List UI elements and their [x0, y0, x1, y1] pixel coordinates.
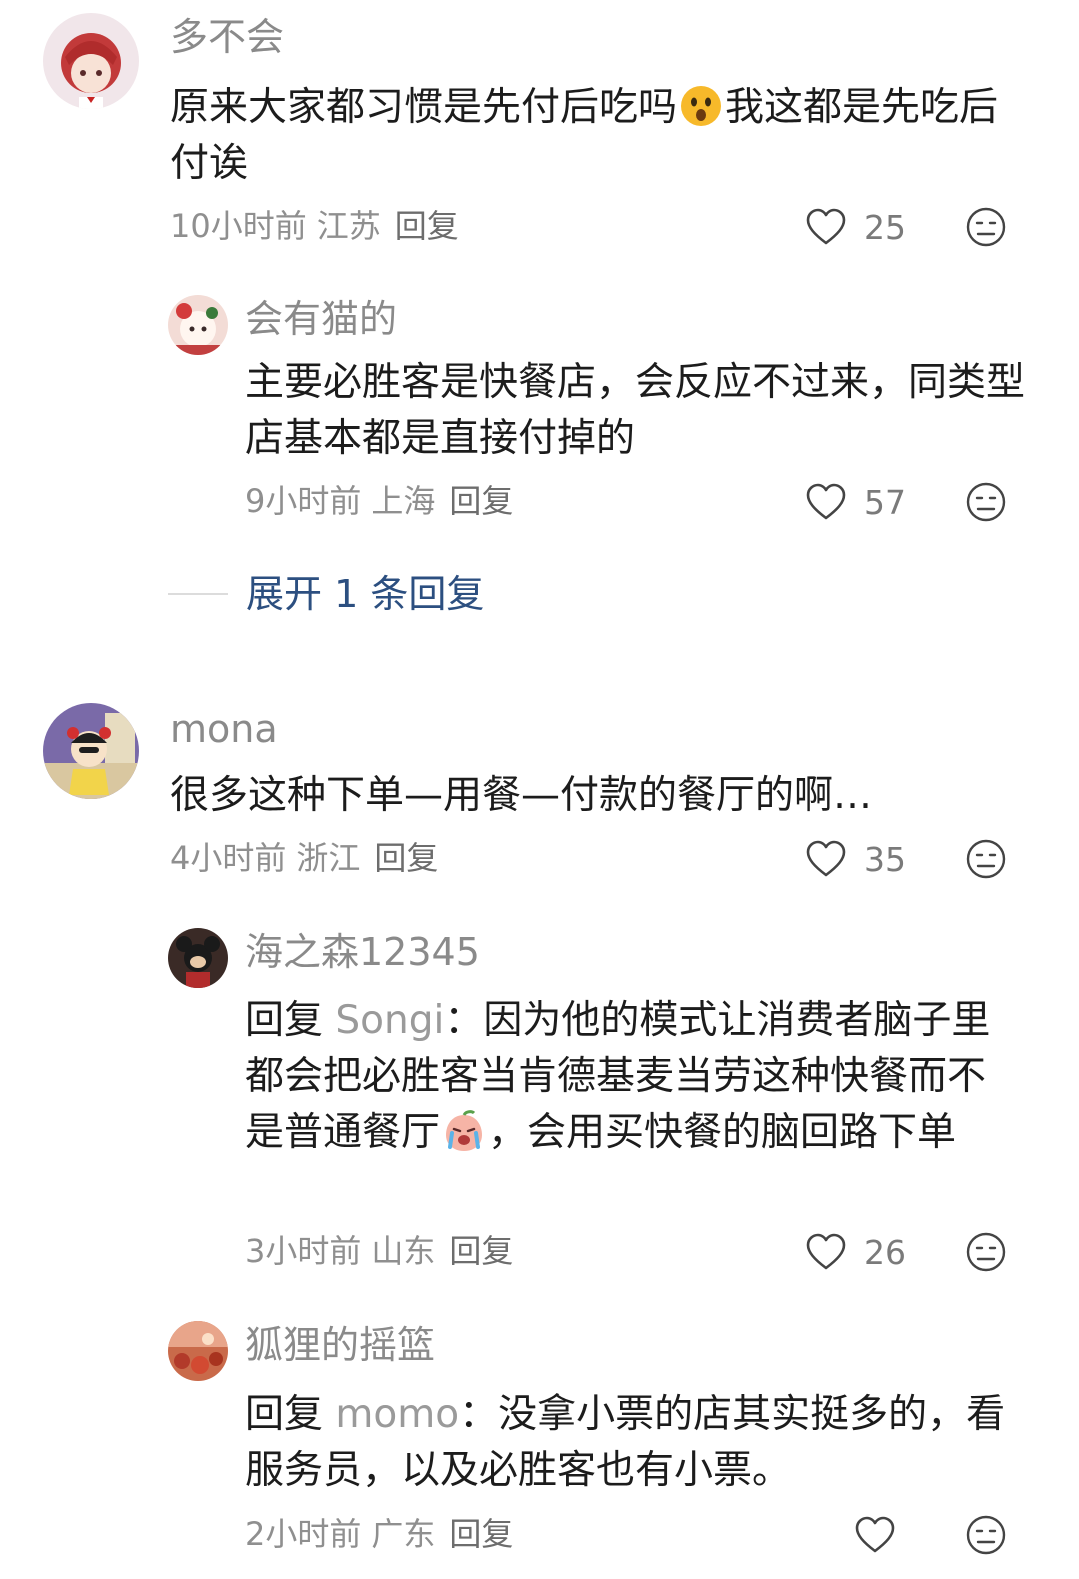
username[interactable]: 会有猫的 — [245, 300, 397, 338]
timestamp: 10小时前 — [170, 207, 307, 245]
comment-text: 回复 Songi：因为他的模式让消费者脑子里都会把必胜客当肯德基麦当劳这种快餐而… — [245, 998, 991, 1155]
neutral-face-icon[interactable] — [965, 481, 1007, 523]
mention-link[interactable]: Songi — [335, 998, 444, 1043]
comment-meta: 4小时前 浙江 回复 — [170, 842, 438, 874]
comment-text: 主要必胜客是快餐店，会反应不过来，同类型店基本都是直接付掉的 — [245, 360, 1026, 461]
username[interactable]: 海之森12345 — [245, 933, 480, 971]
location: 广东 — [371, 1515, 436, 1553]
reply-button[interactable]: 回复 — [449, 482, 513, 520]
timestamp: 3小时前 — [245, 1232, 362, 1270]
expand-replies-label: 展开 1 条回复 — [246, 572, 485, 616]
like-button[interactable] — [853, 1513, 897, 1557]
comment-text: 很多这种下单—用餐—付款的餐厅的啊… — [170, 773, 873, 818]
comment-text: 原来大家都习惯是先付后吃吗 我这都是先吃后付诶 — [170, 85, 999, 186]
avatar[interactable] — [168, 928, 228, 988]
divider — [168, 593, 228, 595]
reply-button[interactable]: 回复 — [395, 207, 459, 245]
avatar[interactable] — [168, 295, 228, 355]
reply-prefix: 回复 — [245, 998, 324, 1043]
location: 江苏 — [316, 207, 381, 245]
reply-button[interactable]: 回复 — [449, 1515, 513, 1553]
like-count: 35 — [864, 839, 906, 879]
comment-meta: 3小时前 山东 回复 — [245, 1235, 513, 1267]
comment-text: 回复 momo：没拿小票的店其实挺多的，看服务员，以及必胜客也有小票。 — [245, 1392, 1006, 1493]
reply-button[interactable]: 回复 — [374, 839, 438, 877]
heart-outline-icon — [806, 1233, 846, 1270]
heart-outline-icon — [806, 840, 846, 877]
comment-meta: 10小时前 江苏 回复 — [170, 210, 459, 242]
location: 浙江 — [296, 839, 361, 877]
neutral-face-icon[interactable] — [965, 1231, 1007, 1273]
location: 山东 — [371, 1232, 436, 1270]
neutral-face-icon[interactable] — [965, 838, 1007, 880]
like-button[interactable]: 26 — [804, 1230, 906, 1274]
username[interactable]: 狐狸的摇篮 — [245, 1326, 435, 1364]
like-button[interactable]: 57 — [804, 480, 906, 524]
like-button[interactable]: 25 — [804, 205, 906, 249]
astonished-face-icon — [681, 86, 722, 126]
like-button[interactable]: 35 — [804, 837, 906, 881]
mention-link[interactable]: momo — [335, 1392, 459, 1437]
timestamp: 4小时前 — [170, 839, 287, 877]
timestamp: 2小时前 — [245, 1515, 362, 1553]
expand-replies-button[interactable]: 展开 1 条回复 — [168, 575, 484, 613]
heart-outline-icon — [806, 483, 846, 520]
reply-button[interactable]: 回复 — [449, 1232, 513, 1270]
avatar[interactable] — [43, 13, 139, 109]
heart-outline-icon — [855, 1516, 895, 1553]
timestamp: 9小时前 — [245, 482, 362, 520]
like-count: 25 — [864, 207, 906, 247]
avatar[interactable] — [168, 1321, 228, 1381]
crying-peach-icon — [446, 1110, 483, 1151]
like-count: 57 — [864, 482, 906, 522]
like-count: 26 — [864, 1232, 906, 1272]
avatar[interactable] — [43, 703, 139, 799]
neutral-face-icon[interactable] — [965, 206, 1007, 248]
location: 上海 — [371, 482, 436, 520]
neutral-face-icon[interactable] — [965, 1514, 1007, 1556]
username[interactable]: 多不会 — [170, 18, 284, 56]
comment-meta: 9小时前 上海 回复 — [245, 485, 513, 517]
reply-prefix: 回复 — [245, 1392, 324, 1437]
heart-outline-icon — [806, 208, 846, 245]
comment-meta: 2小时前 广东 回复 — [245, 1518, 513, 1550]
username[interactable]: mona — [170, 710, 278, 748]
